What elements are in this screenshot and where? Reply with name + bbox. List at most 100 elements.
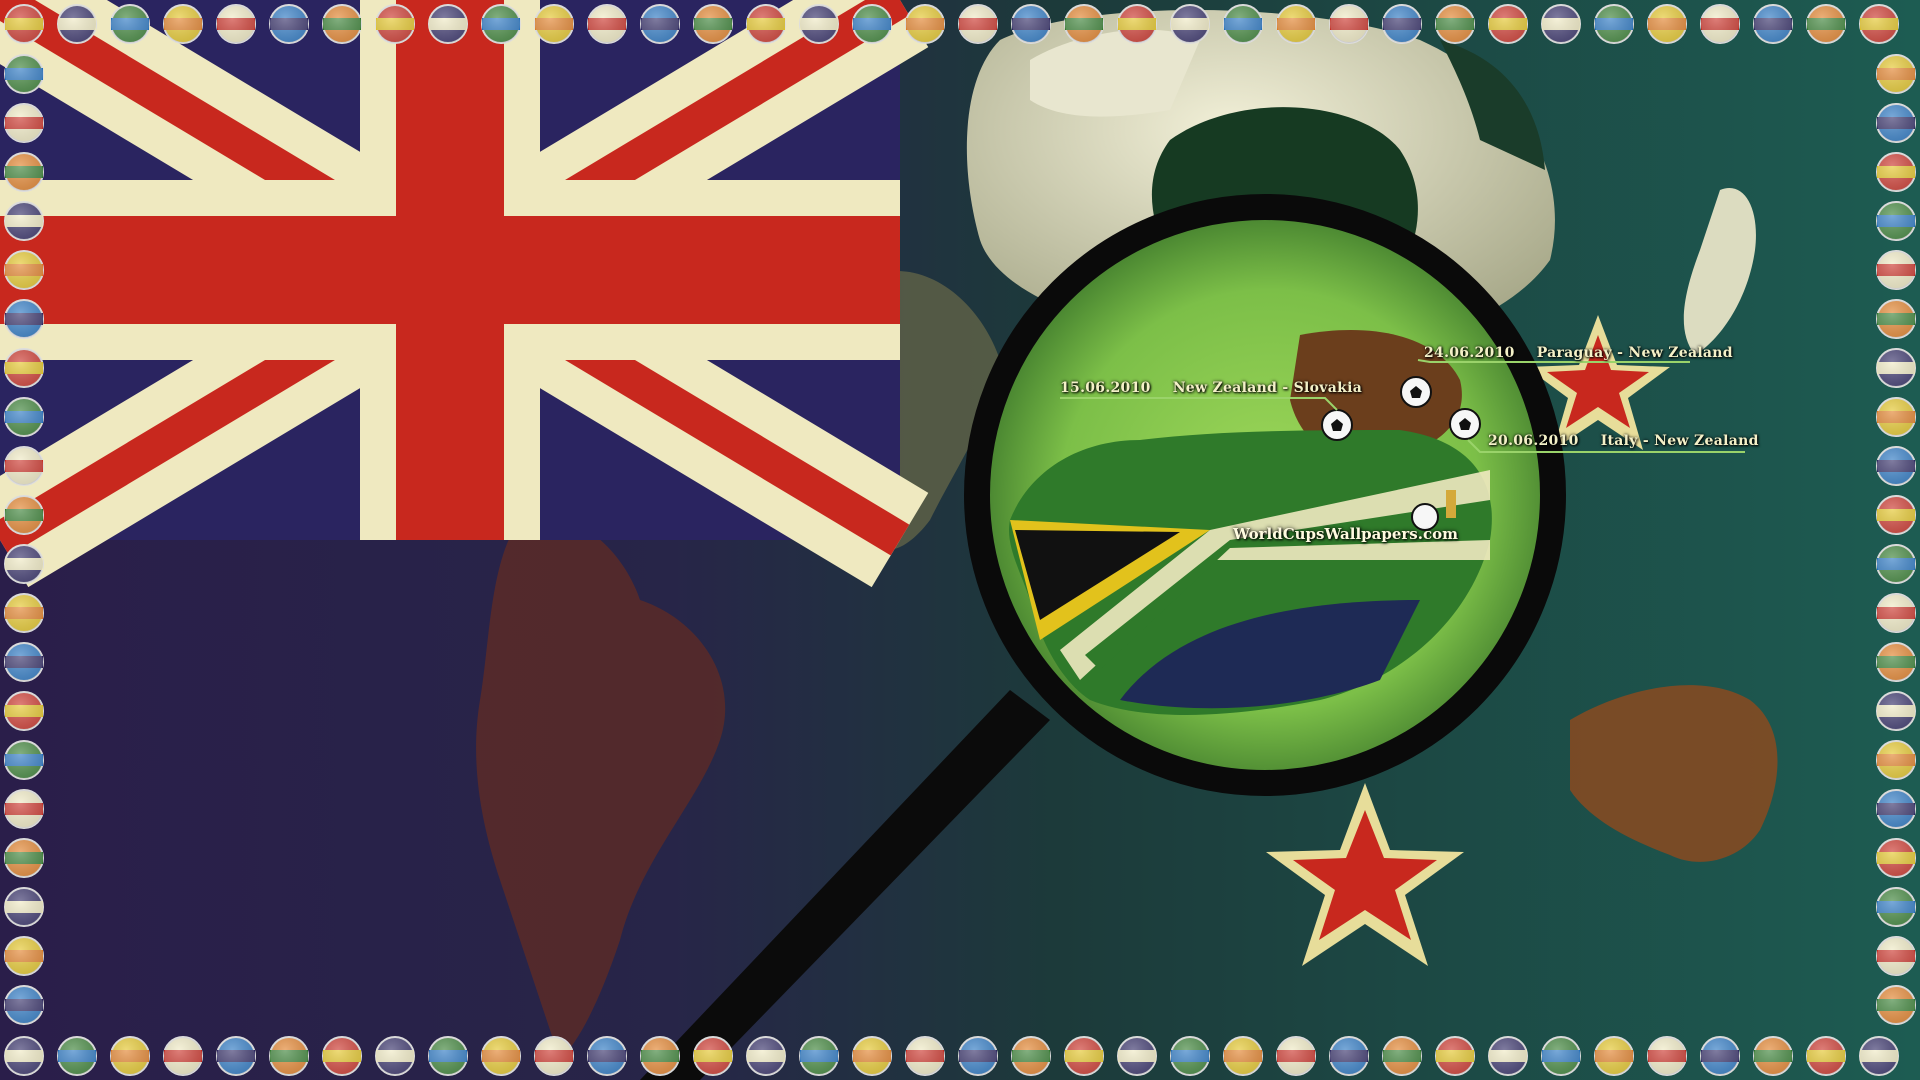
fixture-match: Paraguay - New Zealand: [1536, 345, 1733, 361]
flag-ivory-coast-icon: [1876, 544, 1916, 584]
flag-italy-icon: [1876, 201, 1916, 241]
flag-south-africa-icon: [1876, 495, 1916, 535]
flag-ivory-coast-icon: [1117, 1036, 1157, 1076]
flag-italy-icon: [375, 1036, 415, 1076]
flag-argentina-icon: [534, 1036, 574, 1076]
flag-chile-icon: [905, 4, 945, 44]
flag-japan-icon: [322, 4, 362, 44]
flag-japan-icon: [4, 201, 44, 241]
flag-korea-icon: [163, 4, 203, 44]
flag-italy-icon: [1382, 4, 1422, 44]
flag-portugal-icon: [269, 1036, 309, 1076]
flag-italy-icon: [1382, 1036, 1422, 1076]
wallpaper-scene: [0, 0, 1920, 1080]
flag-uruguay-icon: [4, 495, 44, 535]
flag-north-korea-icon: [587, 4, 627, 44]
flag-switzerland-icon: [852, 1036, 892, 1076]
flag-switzerland-icon: [4, 446, 44, 486]
flag-italy-icon: [4, 691, 44, 731]
flag-honduras-icon: [1435, 4, 1475, 44]
watermark-text: WorldCupsWallpapers.com: [1233, 525, 1458, 543]
flag-england-icon: [640, 1036, 680, 1076]
flag-england-icon: [1647, 1036, 1687, 1076]
flag-usa-icon: [1488, 4, 1528, 44]
flag-argentina-icon: [1541, 1036, 1581, 1076]
flag-ivory-coast-icon: [1117, 4, 1157, 44]
flag-cameroon-icon: [4, 397, 44, 437]
flag-korea-icon: [163, 1036, 203, 1076]
flag-korea-icon: [1170, 4, 1210, 44]
flag-japan-icon: [322, 1036, 362, 1076]
flag-north-korea-icon: [1594, 4, 1634, 44]
flag-netherlands-icon: [1876, 593, 1916, 633]
flag-ivory-coast-icon: [110, 1036, 150, 1076]
flag-portugal-icon: [4, 642, 44, 682]
fixture-date: 24.06.2010: [1424, 345, 1515, 361]
flag-usa-icon: [1488, 1036, 1528, 1076]
flag-south-africa-icon: [4, 4, 44, 44]
flag-australia-icon: [57, 4, 97, 44]
flag-italy-icon: [693, 1036, 733, 1076]
flag-cameroon-icon: [746, 4, 786, 44]
fixture-label-3: 20.06.2010 Italy - New Zealand: [1488, 433, 1759, 449]
flag-switzerland-icon: [1859, 4, 1899, 44]
flag-cameroon-icon: [1753, 4, 1793, 44]
flag-south-africa-icon: [4, 1036, 44, 1076]
flag-new-zealand-icon: [1806, 1036, 1846, 1076]
flag-north-korea-icon: [1876, 299, 1916, 339]
flag-cameroon-icon: [746, 1036, 786, 1076]
flag-portugal-icon: [1276, 1036, 1316, 1076]
flag-portugal-icon: [1876, 152, 1916, 192]
flag-honduras-icon: [428, 4, 468, 44]
flag-switzerland-icon: [852, 4, 892, 44]
flag-england-icon: [1647, 4, 1687, 44]
flag-netherlands-icon: [216, 4, 256, 44]
flag-new-zealand-icon: [1806, 4, 1846, 44]
flag-north-korea-icon: [1594, 1036, 1634, 1076]
flag-korea-icon: [4, 593, 44, 633]
flag-usa-icon: [4, 740, 44, 780]
fixture-date: 15.06.2010: [1060, 380, 1151, 396]
flag-usa-icon: [481, 4, 521, 44]
fixture-date: 20.06.2010: [1488, 433, 1579, 449]
flag-north-korea-icon: [4, 789, 44, 829]
flag-ivory-coast-icon: [110, 4, 150, 44]
flag-north-korea-icon: [587, 1036, 627, 1076]
flag-italy-icon: [1876, 348, 1916, 388]
flag-australia-icon: [1064, 4, 1104, 44]
flag-australia-icon: [1064, 1036, 1104, 1076]
flag-new-zealand-icon: [799, 4, 839, 44]
flag-nigeria-icon: [4, 838, 44, 878]
flag-ivory-coast-icon: [4, 103, 44, 143]
flag-australia-icon: [57, 1036, 97, 1076]
flag-usa-icon: [1876, 250, 1916, 290]
fixture-label-1: 15.06.2010 New Zealand - Slovakia: [1060, 380, 1362, 396]
flag-cameroon-icon: [1876, 838, 1916, 878]
flag-honduras-icon: [1876, 691, 1916, 731]
flag-argentina-icon: [534, 4, 574, 44]
flag-honduras-icon: [1435, 1036, 1475, 1076]
flag-australia-icon: [4, 544, 44, 584]
flag-australia-icon: [1876, 936, 1916, 976]
flag-australia-icon: [1876, 54, 1916, 94]
flag-italy-icon: [693, 4, 733, 44]
flag-argentina-icon: [4, 299, 44, 339]
flag-honduras-icon: [4, 250, 44, 290]
flag-netherlands-icon: [1223, 4, 1263, 44]
flag-england-icon: [4, 348, 44, 388]
flag-chile-icon: [1876, 446, 1916, 486]
flag-argentina-icon: [1876, 740, 1916, 780]
fixture-match: New Zealand - Slovakia: [1172, 380, 1363, 396]
union-jack-flag: [0, 0, 929, 588]
flag-new-zealand-icon: [1876, 397, 1916, 437]
flag-netherlands-icon: [1223, 1036, 1263, 1076]
flag-uruguay-icon: [958, 4, 998, 44]
flag-uruguay-icon: [958, 1036, 998, 1076]
flag-argentina-icon: [1541, 4, 1581, 44]
flag-switzerland-icon: [1859, 1036, 1899, 1076]
flag-england-icon: [1876, 789, 1916, 829]
flag-nigeria-icon: [1700, 4, 1740, 44]
flag-new-zealand-icon: [4, 887, 44, 927]
flag-south-africa-icon: [4, 936, 44, 976]
flag-portugal-icon: [1276, 4, 1316, 44]
